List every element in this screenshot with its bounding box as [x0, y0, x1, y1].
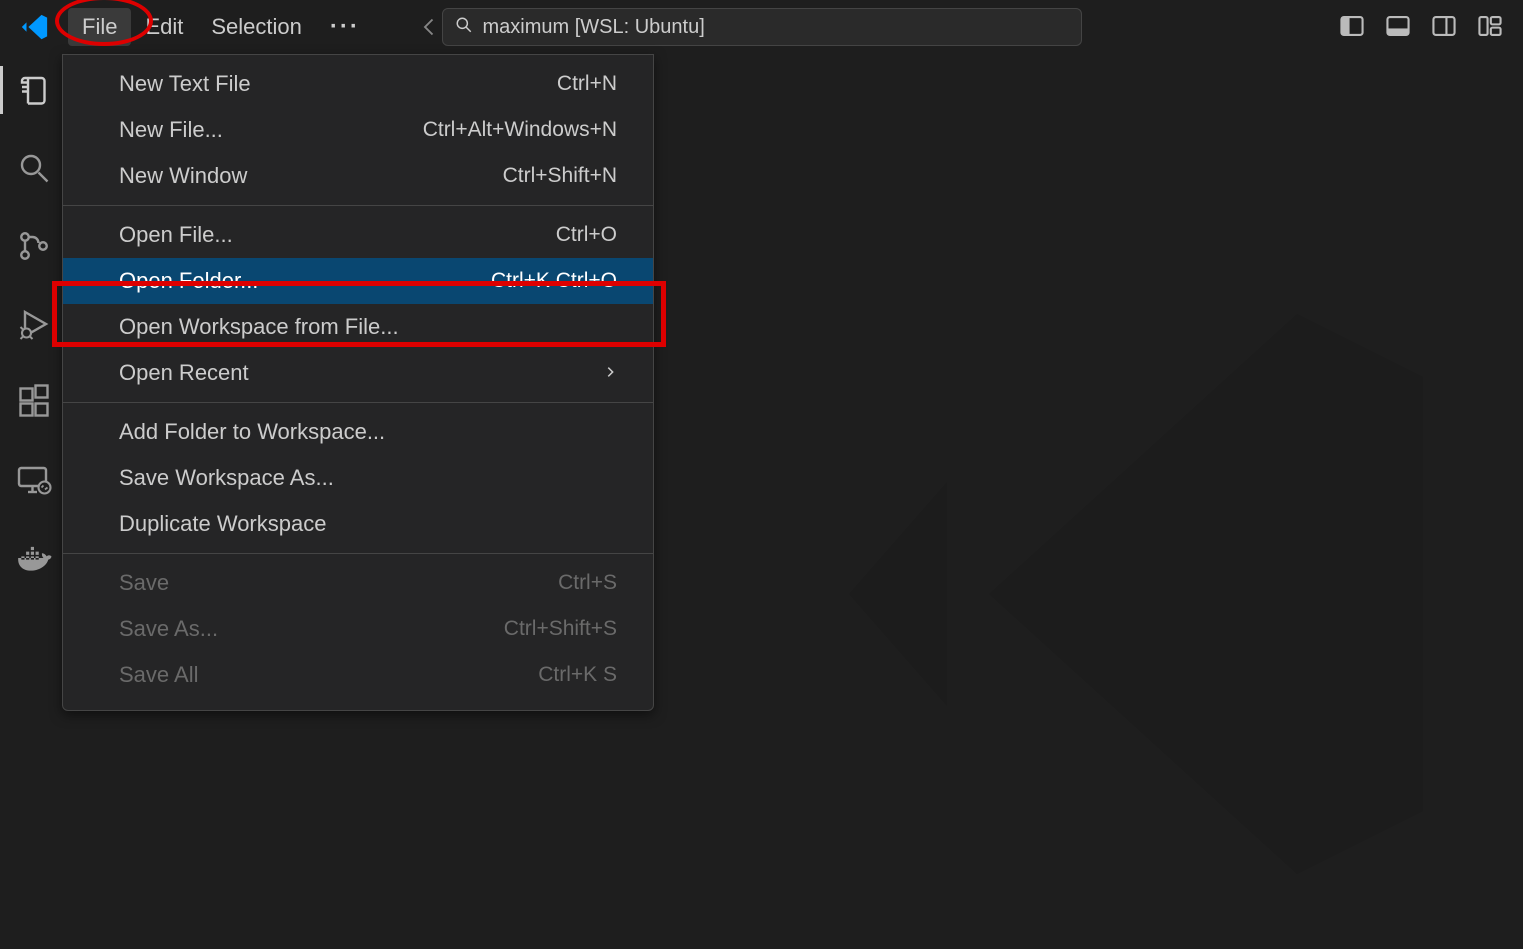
menu-item-label: New Text File — [119, 71, 251, 97]
menu-selection[interactable]: Selection — [197, 8, 316, 46]
menu-item-shortcut: Ctrl+Alt+Windows+N — [423, 118, 617, 142]
menu-item-label: Save As... — [119, 616, 218, 642]
activity-extensions[interactable] — [10, 378, 58, 426]
watermark-logo-icon — [793, 244, 1493, 949]
menu-item-duplicate-workspace[interactable]: Duplicate Workspace — [63, 501, 653, 547]
menu-file[interactable]: File — [68, 8, 131, 46]
menu-item-label: Save All — [119, 662, 199, 688]
menu-item-shortcut: Ctrl+N — [557, 72, 617, 96]
menu-item-shortcut: Ctrl+S — [558, 571, 617, 595]
toggle-secondary-sidebar-icon[interactable] — [1431, 13, 1459, 41]
menu-edit[interactable]: Edit — [131, 8, 197, 46]
menu-item-label: Add Folder to Workspace... — [119, 419, 385, 445]
menu-item-save-workspace-as[interactable]: Save Workspace As... — [63, 455, 653, 501]
menu-bar: File Edit Selection ··· — [68, 7, 374, 47]
menu-item-label: Open File... — [119, 222, 233, 248]
chevron-right-icon — [603, 361, 617, 385]
activity-source-control[interactable] — [10, 222, 58, 270]
search-icon — [455, 16, 473, 39]
menu-item-shortcut: Ctrl+K S — [538, 663, 617, 687]
app-logo — [0, 12, 68, 42]
file-menu-dropdown: New Text File Ctrl+N New File... Ctrl+Alt+W… — [62, 54, 654, 711]
menu-item-shortcut: Ctrl+Shift+N — [503, 164, 617, 188]
menu-item-save: Save Ctrl+S — [63, 560, 653, 606]
menu-item-save-all: Save All Ctrl+K S — [63, 652, 653, 698]
menu-item-label: New File... — [119, 117, 223, 143]
menu-overflow[interactable]: ··· — [316, 7, 374, 47]
activity-docker[interactable] — [10, 534, 58, 582]
menu-item-open-workspace-from-file[interactable]: Open Workspace from File... — [63, 304, 653, 350]
menu-item-open-folder[interactable]: Open Folder... Ctrl+K Ctrl+O — [63, 258, 653, 304]
toggle-panel-icon[interactable] — [1385, 13, 1413, 41]
menu-item-open-file[interactable]: Open File... Ctrl+O — [63, 212, 653, 258]
toggle-primary-sidebar-icon[interactable] — [1339, 13, 1367, 41]
menu-item-label: Duplicate Workspace — [119, 511, 326, 537]
command-center[interactable]: maximum [WSL: Ubuntu] — [442, 8, 1082, 46]
menu-item-save-as: Save As... Ctrl+Shift+S — [63, 606, 653, 652]
menu-item-new-window[interactable]: New Window Ctrl+Shift+N — [63, 153, 653, 199]
activity-bar — [0, 54, 68, 869]
menu-item-shortcut: Ctrl+K Ctrl+O — [491, 269, 617, 293]
menu-item-label: New Window — [119, 163, 247, 189]
menu-item-label: Save Workspace As... — [119, 465, 334, 491]
menu-item-label: Open Workspace from File... — [119, 314, 399, 340]
layout-controls — [1339, 13, 1505, 41]
customize-layout-icon[interactable] — [1477, 13, 1505, 41]
menu-item-new-file[interactable]: New File... Ctrl+Alt+Windows+N — [63, 107, 653, 153]
title-bar: File Edit Selection ··· maximum [WSL: Ub… — [0, 0, 1523, 54]
menu-item-label: Save — [119, 570, 169, 596]
activity-explorer[interactable] — [10, 66, 58, 114]
menu-item-label: Open Folder... — [119, 268, 258, 294]
menu-item-add-folder-to-workspace[interactable]: Add Folder to Workspace... — [63, 409, 653, 455]
activity-search[interactable] — [10, 144, 58, 192]
activity-remote-explorer[interactable] — [10, 456, 58, 504]
menu-item-shortcut: Ctrl+Shift+S — [504, 617, 617, 641]
menu-item-new-text-file[interactable]: New Text File Ctrl+N — [63, 61, 653, 107]
menu-item-open-recent[interactable]: Open Recent — [63, 350, 653, 396]
menu-item-label: Open Recent — [119, 360, 249, 386]
command-center-text: maximum [WSL: Ubuntu] — [483, 16, 705, 39]
menu-item-shortcut: Ctrl+O — [556, 223, 617, 247]
activity-run-debug[interactable] — [10, 300, 58, 348]
